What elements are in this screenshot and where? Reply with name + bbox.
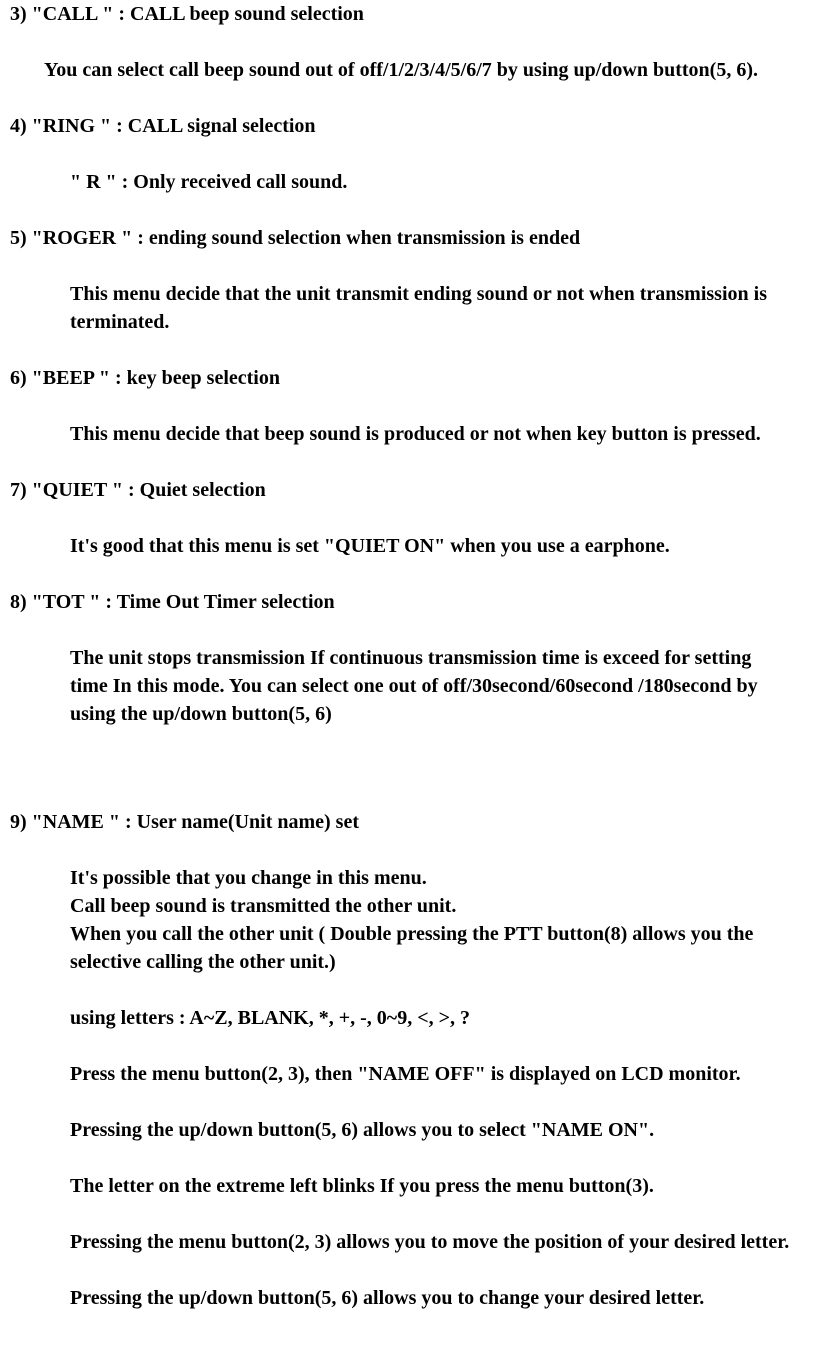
spacer xyxy=(10,728,809,808)
spacer xyxy=(10,196,809,224)
item-body-paragraph: The letter on the extreme left blinks If… xyxy=(70,1172,794,1200)
spacer xyxy=(10,28,809,56)
item-number: 8) xyxy=(10,591,27,613)
item-body-paragraph: The unit stops transmission If continuou… xyxy=(70,644,794,728)
item-title: "CALL " : CALL beep sound selection xyxy=(32,3,364,25)
spacer xyxy=(10,252,809,280)
spacer xyxy=(10,1312,809,1340)
item-number: 7) xyxy=(10,479,27,501)
item-title: "RING " : CALL signal selection xyxy=(32,115,316,137)
menu-item-header: 8) "TOT " : Time Out Timer selection xyxy=(10,588,809,616)
spacer xyxy=(10,84,809,112)
spacer xyxy=(10,1200,809,1228)
menu-item-header: 9) "NAME " : User name(Unit name) set xyxy=(10,808,809,836)
spacer xyxy=(10,836,809,864)
item-title: "TOT " : Time Out Timer selection xyxy=(32,591,335,613)
item-number: 4) xyxy=(10,115,27,137)
spacer xyxy=(10,1032,809,1060)
menu-item-header: 7) "QUIET " : Quiet selection xyxy=(10,476,809,504)
menu-item-header: 3) "CALL " : CALL beep sound selection xyxy=(10,0,809,28)
item-body-paragraph: Pressing the up/down button(5, 6) allows… xyxy=(70,1284,794,1312)
item-title: "ROGER " : ending sound selection when t… xyxy=(32,227,580,249)
item-body-paragraph: This menu decide that the unit transmit … xyxy=(70,280,794,336)
spacer xyxy=(10,504,809,532)
item-number: 9) xyxy=(10,811,27,833)
item-title: "BEEP " : key beep selection xyxy=(32,367,280,389)
menu-item-header: 5) "ROGER " : ending sound selection whe… xyxy=(10,224,809,252)
menu-item-header: 4) "RING " : CALL signal selection xyxy=(10,112,809,140)
spacer xyxy=(10,560,809,588)
item-body-paragraph: When you call the other unit ( Double pr… xyxy=(70,920,794,976)
item-number: 3) xyxy=(10,3,27,25)
item-number: 6) xyxy=(10,367,27,389)
item-body-paragraph: Pressing the up/down button(5, 6) allows… xyxy=(70,1116,794,1144)
item-body-paragraph: Press the menu button(2, 3), then "NAME … xyxy=(70,1060,794,1088)
spacer xyxy=(10,140,809,168)
spacer xyxy=(10,1088,809,1116)
spacer xyxy=(10,616,809,644)
menu-item-header: 6) "BEEP " : key beep selection xyxy=(10,364,809,392)
spacer xyxy=(10,976,809,1004)
spacer xyxy=(10,336,809,364)
item-body-paragraph: Pressing the menu button(2, 3) allows yo… xyxy=(70,1228,794,1256)
item-body-paragraph: It's possible that you change in this me… xyxy=(70,864,794,892)
item-body-paragraph: This menu decide that beep sound is prod… xyxy=(70,420,794,448)
item-title: "QUIET " : Quiet selection xyxy=(32,479,266,501)
spacer xyxy=(10,1256,809,1284)
item-body-paragraph: " R " : Only received call sound. xyxy=(70,168,794,196)
spacer xyxy=(10,1144,809,1172)
item-body-paragraph: It's good that this menu is set "QUIET O… xyxy=(70,532,794,560)
document-page: 3) "CALL " : CALL beep sound selection Yo… xyxy=(0,0,819,1340)
spacer xyxy=(10,448,809,476)
item-body-paragraph: Call beep sound is transmitted the other… xyxy=(70,892,794,920)
item-body-paragraph: You can select call beep sound out of of… xyxy=(44,56,794,84)
item-title: "NAME " : User name(Unit name) set xyxy=(32,811,359,833)
item-number: 5) xyxy=(10,227,27,249)
spacer xyxy=(10,392,809,420)
item-body-paragraph: using letters : A~Z, BLANK, *, +, -, 0~9… xyxy=(70,1004,794,1032)
